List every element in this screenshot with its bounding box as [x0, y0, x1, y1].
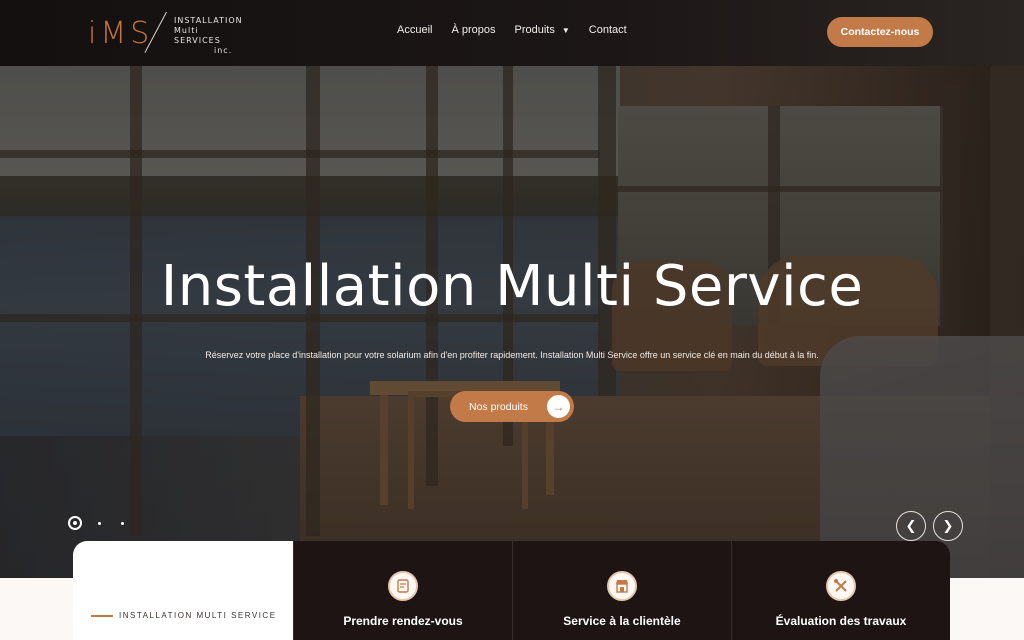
slider-dot-1[interactable] [68, 516, 82, 530]
calendar-phone-icon [388, 571, 418, 601]
service-card-evaluation[interactable]: Évaluation des travaux [731, 541, 950, 640]
logo-mark: iMS [88, 15, 154, 51]
nav-label: À propos [451, 24, 496, 36]
tools-icon [826, 571, 856, 601]
nav-item-contact[interactable]: Contact [589, 24, 627, 36]
logo-text: INSTALLATION Multi SERVICES inc. [174, 16, 243, 56]
slider-next-button[interactable]: ❯ [933, 511, 963, 541]
service-card-appointment[interactable]: Prendre rendez-vous [293, 541, 512, 640]
chevron-down-icon: ▼ [561, 25, 570, 35]
slider-dot-3[interactable] [121, 521, 124, 525]
arrow-right-icon: → [547, 395, 570, 418]
main-nav: Accueil À propos Produits ▼ Contact [397, 24, 646, 36]
nav-item-produits[interactable]: Produits ▼ [515, 24, 570, 36]
hero-title: Installation Multi Service [160, 254, 864, 319]
chevron-left-icon: ❮ [905, 518, 917, 533]
service-card-customer-service[interactable]: Service à la clientèle [512, 541, 731, 640]
storefront-icon [607, 571, 637, 601]
logo[interactable]: iMS INSTALLATION Multi SERVICES inc. [88, 10, 242, 56]
services-intro: INSTALLATION MULTI SERVICE [73, 541, 293, 640]
products-button-label: Nos produits [469, 400, 528, 413]
slider-prev-button[interactable]: ❮ [896, 511, 926, 541]
chevron-right-icon: ❯ [942, 518, 954, 533]
nav-label: Accueil [397, 24, 433, 36]
nav-item-a-propos[interactable]: À propos [451, 24, 495, 36]
contact-button[interactable]: Contactez-nous [827, 17, 933, 47]
services-strip: INSTALLATION MULTI SERVICE Prendre rende… [73, 541, 951, 640]
logo-line-3: SERVICES [174, 36, 221, 45]
nav-label: Contact [588, 24, 627, 36]
hero-slider: Installation Multi Service Réservez votr… [0, 66, 1024, 578]
slider-dots [68, 516, 144, 530]
slider-dot-2[interactable] [98, 521, 101, 525]
service-title: Évaluation des travaux [775, 614, 907, 628]
hero-subtitle: Réservez votre place d'installation pour… [205, 350, 819, 360]
accent-line [91, 615, 113, 617]
logo-line-2: Multi [174, 26, 199, 35]
hero-overlay [0, 66, 1024, 578]
service-title: Service à la clientèle [563, 614, 681, 628]
services-intro-label: INSTALLATION MULTI SERVICE [119, 611, 277, 620]
service-title: Prendre rendez-vous [343, 614, 463, 628]
logo-line-1: INSTALLATION [174, 16, 243, 25]
nav-item-accueil[interactable]: Accueil [397, 24, 432, 36]
nav-label: Produits [514, 24, 555, 36]
products-button[interactable]: Nos produits → [450, 391, 574, 422]
site-header: iMS INSTALLATION Multi SERVICES inc. Acc… [0, 0, 1024, 66]
logo-line-4: inc. [214, 46, 233, 55]
